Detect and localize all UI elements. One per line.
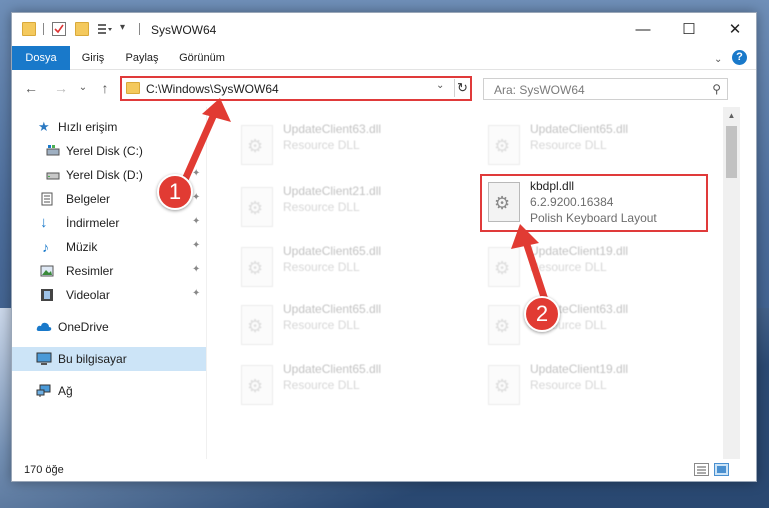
arrow-2-head: [511, 224, 539, 249]
step-badge-1: 1: [157, 174, 193, 210]
arrow-2-shaft: [523, 241, 549, 304]
annotation-arrows: [180, 98, 549, 304]
arrow-1-head: [202, 98, 231, 122]
step-badge-2: 2: [524, 296, 560, 332]
arrow-1-shaft: [180, 108, 219, 186]
